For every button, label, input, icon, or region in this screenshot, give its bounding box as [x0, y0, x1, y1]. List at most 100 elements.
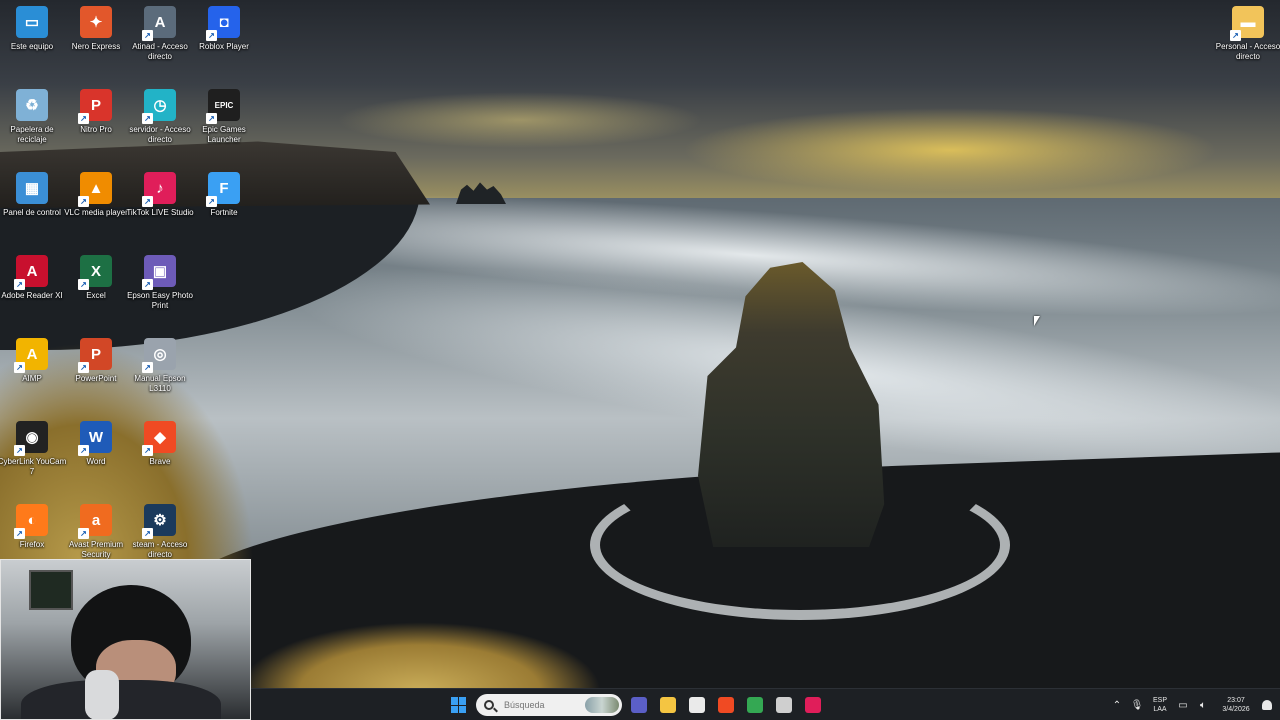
cyberlink-taskbar-button[interactable] [772, 693, 796, 717]
desktop-icon[interactable]: ♻ Papelera de reciclaje [0, 85, 64, 161]
desktop-icon-label: Nitro Pro [80, 125, 112, 134]
desktop-icon[interactable]: WWord [64, 417, 128, 493]
microsoft-store-icon [689, 697, 705, 713]
excel-icon: X [78, 255, 112, 290]
microphone-icon [85, 670, 119, 719]
desktop-icon-label: Epson Easy Photo Print [127, 291, 193, 310]
epson-manual-icon: ◎ [142, 338, 176, 373]
webcam-background-monitor [29, 570, 73, 610]
desktop-icon-label: Este equipo [10, 42, 54, 51]
desktop-icon-label: Word [86, 457, 106, 466]
desktop-icon-label: Excel [86, 291, 106, 300]
desktop-icon-label: steam - Acceso directo [132, 540, 188, 559]
desktop-icon-label: Fortnite [210, 208, 238, 217]
nero-flame-icon: ✦ [80, 6, 112, 38]
desktop-icon[interactable]: AAIMP [0, 334, 64, 410]
tiktok-taskbar-button[interactable] [801, 693, 825, 717]
desktop-icon[interactable]: ◉CyberLink YouCam 7 [0, 417, 67, 493]
desktop-icon[interactable]: ▭ Este equipo [0, 2, 64, 78]
desktop-icon-label: Roblox Player [199, 42, 249, 51]
steam-icon: ⚙ [142, 504, 176, 539]
windows-logo-icon [451, 697, 467, 713]
keyboard-layout: LAA [1153, 706, 1167, 713]
file-explorer-taskbar-button[interactable] [656, 693, 680, 717]
aimp-icon: A [14, 338, 48, 373]
desktop-icon-label: VLC media player [64, 208, 128, 217]
desktop-icon-label: Panel de control [3, 208, 61, 217]
desktop-icon[interactable]: ♪TikTok LIVE Studio [126, 168, 194, 244]
desktop-icon[interactable]: AAdobe Reader XI [0, 251, 64, 327]
desktop-icon[interactable]: ◎Manual Epson L3110 [128, 334, 192, 410]
desktop-icon[interactable]: EPICEpic Games Launcher [192, 85, 256, 161]
chrome-icon [747, 697, 763, 713]
desktop-icon[interactable]: ◘Roblox Player [192, 2, 256, 78]
volume-icon[interactable]: 🔈︎ [1196, 700, 1210, 711]
microsoft-store-taskbar-button[interactable] [685, 693, 709, 717]
language-code: ESP [1152, 697, 1167, 704]
desktop-icon-label: Firefox [19, 540, 45, 549]
nitro-pro-icon: P [78, 89, 112, 124]
epson-photo-print-icon: ▣ [142, 255, 176, 290]
meet-now-taskbar-button[interactable] [627, 693, 651, 717]
cyberlink-icon [776, 697, 792, 713]
network-icon[interactable]: ▭ [1176, 700, 1190, 711]
desktop-icon[interactable]: ▬Personal - Acceso directo [1216, 2, 1280, 78]
notification-bell-icon[interactable] [1262, 700, 1272, 710]
avast-icon: a [78, 504, 112, 539]
word-icon: W [78, 421, 112, 456]
system-tray: ⌃ 🎙︎ ESP LAA ▭ 🔈︎ 23:07 3/4/2026 [1110, 689, 1280, 720]
epic-games-icon: EPIC [206, 89, 240, 124]
webcam-overlay [0, 559, 251, 720]
youcam-icon: ◉ [14, 421, 48, 456]
roblox-icon: ◘ [206, 6, 240, 41]
fortnite-icon: F [206, 172, 240, 207]
powerpoint-icon: P [78, 338, 112, 373]
desktop-icon[interactable]: FFortnite [192, 168, 256, 244]
desktop-icon[interactable]: AAtinad - Acceso directo [128, 2, 192, 78]
tiktok-live-icon: ♪ [142, 172, 176, 207]
desktop-icon-label: TikTok LIVE Studio [126, 208, 194, 217]
desktop-icon[interactable]: XExcel [64, 251, 128, 327]
microphone-tray-icon[interactable]: 🎙︎ [1130, 700, 1144, 711]
desktop-icon-label: Papelera de reciclaje [10, 125, 54, 144]
taskbar-center [447, 693, 825, 717]
clock-date: 3/4/2026 [1222, 706, 1250, 713]
desktop-icon-label: PowerPoint [75, 374, 117, 383]
taskbar: ⌃ 🎙︎ ESP LAA ▭ 🔈︎ 23:07 3/4/2026 [251, 688, 1280, 720]
desktop-icon[interactable]: ✦ Nero Express [64, 2, 128, 78]
brave-lion-icon: ◆ [142, 421, 176, 456]
desktop-icon[interactable]: ▣Epson Easy Photo Print [127, 251, 193, 327]
clock[interactable]: 23:07 3/4/2026 [1216, 696, 1256, 714]
taskbar-apps [627, 693, 825, 717]
chrome-taskbar-button[interactable] [743, 693, 767, 717]
meet-now-icon [631, 697, 647, 713]
desktop-icon-label: CyberLink YouCam 7 [0, 457, 67, 476]
brave-browser-taskbar-button[interactable] [714, 693, 738, 717]
language-indicator[interactable]: ESP LAA [1150, 696, 1170, 714]
desktop-icon[interactable]: PPowerPoint [64, 334, 128, 410]
server-clock-icon: ◷ [142, 89, 176, 124]
desktop-icon[interactable]: ▦ Panel de control [0, 168, 64, 244]
search-highlight-image [585, 697, 619, 713]
desktop-icon[interactable]: ▲VLC media player [64, 168, 128, 244]
search-input[interactable] [504, 700, 584, 710]
chevron-up-icon[interactable]: ⌃ [1110, 700, 1124, 711]
webcam-person-jacket [21, 680, 221, 719]
desktop-icon[interactable]: ◷servidor - Acceso directo [128, 85, 192, 161]
desktop-icon-label: Nero Express [71, 42, 121, 51]
search-icon [484, 700, 494, 710]
taskbar-search[interactable] [476, 694, 622, 716]
file-explorer-icon [660, 697, 676, 713]
mouse-cursor-icon [1034, 316, 1040, 326]
tiktok-icon [805, 697, 821, 713]
adobe-reader-icon: A [14, 255, 48, 290]
desktop-icon-label: Atinad - Acceso directo [132, 42, 188, 61]
desktop-icon-label: Manual Epson L3110 [134, 374, 186, 393]
vlc-cone-icon: ▲ [78, 172, 112, 207]
desktop-icon[interactable]: PNitro Pro [64, 85, 128, 161]
desktop-icon-label: Adobe Reader XI [1, 291, 63, 300]
folder-icon: ▬ [1230, 6, 1264, 41]
start-button[interactable] [447, 693, 471, 717]
control-panel-icon: ▦ [16, 172, 48, 204]
desktop-icon[interactable]: ◆Brave [128, 417, 192, 493]
